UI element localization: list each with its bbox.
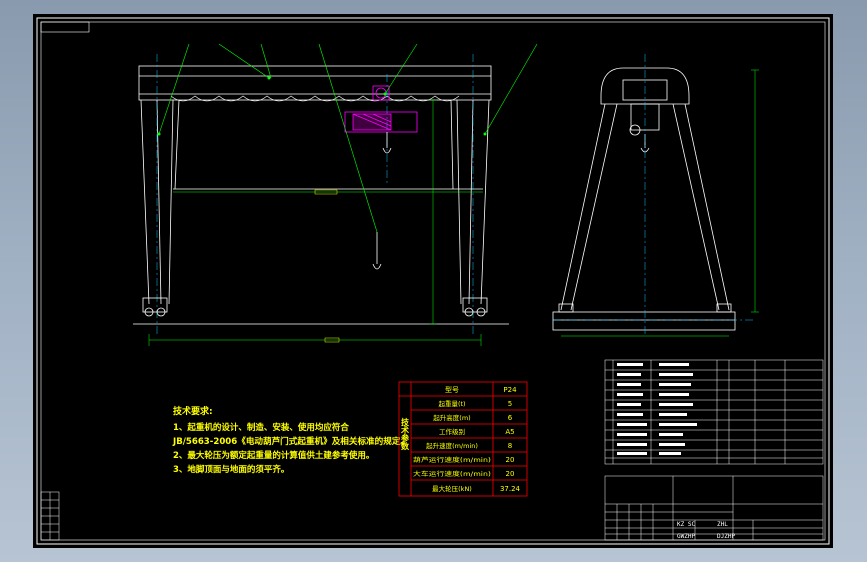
spec-side-label: 技术参数 [400,417,410,451]
technical-notes: 技术要求: 1、起重机的设计、制造、安装、使用均应符合 JB/5663-2006… [172,405,409,475]
spec-row-label: 大车运行速度(m/min) [413,470,491,478]
notes-line-3: 2、最大轮压为额定起重量的计算值供土建参考使用。 [173,450,374,461]
side-view [552,54,759,337]
spec-row-label: 葫芦运行速度(m/min) [413,456,491,464]
spec-table: 技术参数 型号 P24 起重量(t) 5 起升高度(m) 6 工作级别 A5 起… [398,381,528,497]
leader-markers [157,76,487,136]
dimensions-front [148,99,483,346]
title-block [604,475,824,541]
revision-strip [40,491,60,541]
centerlines-side [553,54,753,334]
left-end-carriage [142,297,168,317]
drawing-sheet: KZ SC ZHL GWZHP DJZHP 技术要求: 1、起重机的设计、制造、… [33,14,833,548]
spec-row-value: 6 [508,414,513,422]
spec-row-value: 37.24 [500,485,521,493]
spec-row-value: A5 [505,428,514,436]
right-leg [450,99,490,305]
spec-row-value: 20 [506,470,515,478]
front-view [133,43,538,346]
hook-front [372,132,392,270]
spec-header-value: P24 [503,386,517,394]
spec-header-label: 型号 [445,385,459,394]
notes-heading: 技术要求: [173,405,213,417]
title-tag-3: GWZHP [677,533,695,540]
title-tag-1: KZ SC [677,521,695,528]
spec-row-value: 8 [508,442,512,450]
main-girder [138,65,492,101]
spec-row-label: 起升高度(m) [433,413,470,422]
spec-row-label: 最大轮压(kN) [432,484,472,493]
title-tag-4: DJZHP [717,533,735,540]
top-left-tag [40,21,90,33]
leader-lines [158,43,538,233]
title-tag-2: ZHL [717,521,728,528]
notes-line-4: 3、地脚顶面与地面的须平齐。 [173,464,289,475]
spec-row-value: 5 [508,400,512,408]
notes-line-2: JB/5663-2006《电动葫芦门式起重机》及相关标准的规定。 [172,436,409,447]
right-end-carriage [462,297,488,317]
left-leg [140,99,483,305]
side-base [552,303,736,331]
parts-list-marks [617,363,697,455]
spec-row-label: 起升速度(m/min) [426,441,478,450]
spec-row-label: 工作级别 [439,427,465,436]
spec-row-label: 起重量(t) [438,400,465,408]
notes-line-1: 1、起重机的设计、制造、安装、使用均应符合 [173,422,349,433]
electric-hoist [344,85,418,133]
dimensions-side [561,69,759,337]
spec-row-value: 20 [506,456,515,464]
